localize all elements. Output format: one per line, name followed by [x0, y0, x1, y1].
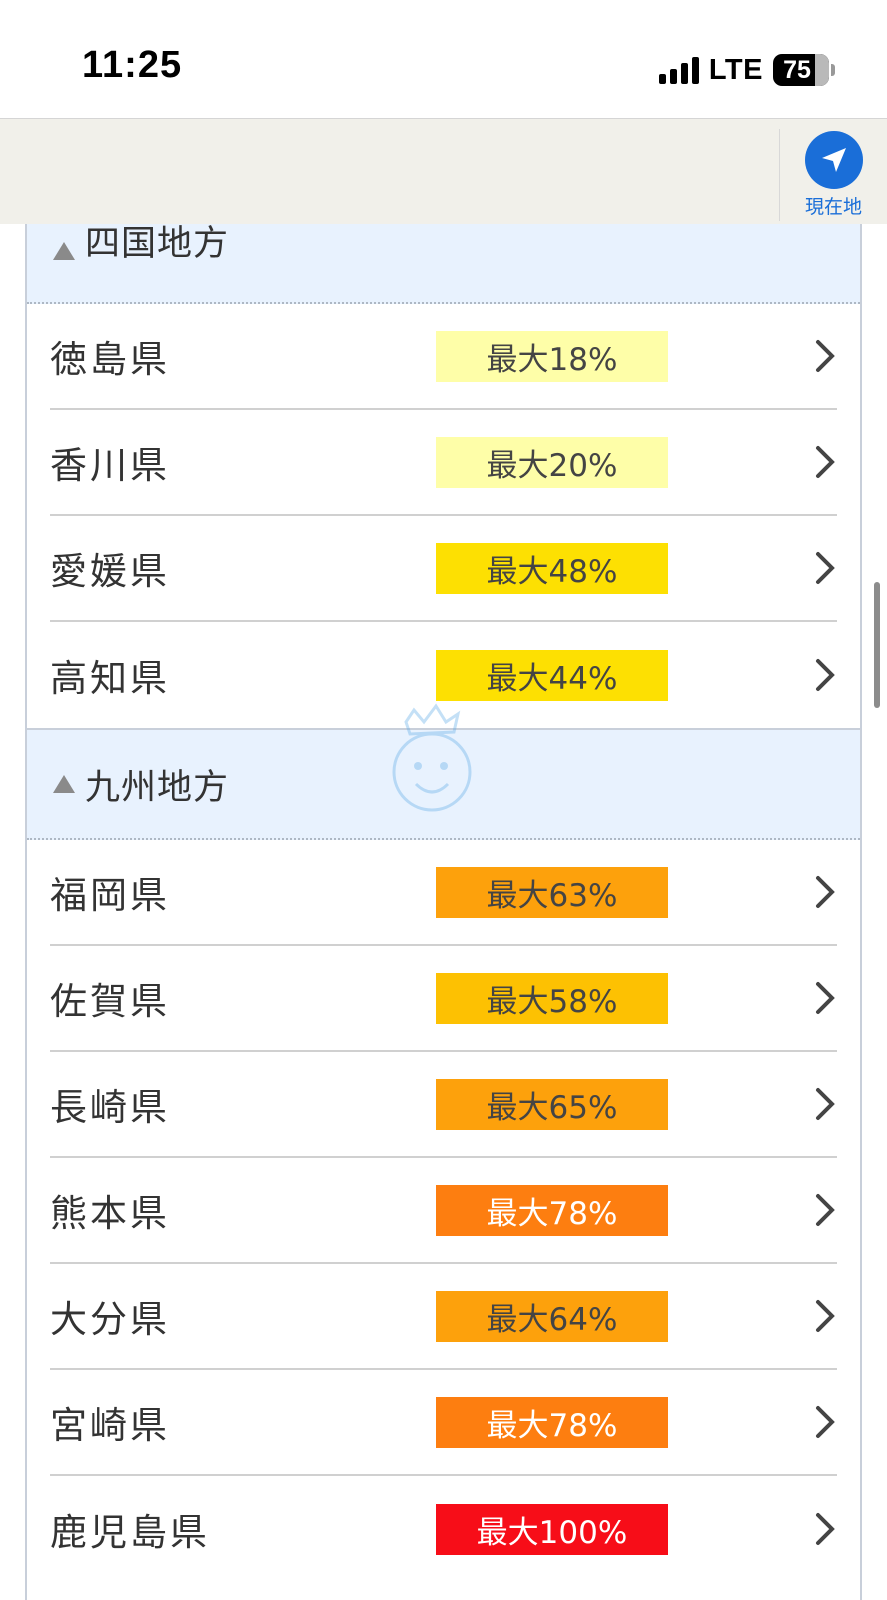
prefecture-name: 愛媛県	[50, 550, 170, 593]
navigation-arrow-icon	[804, 131, 863, 189]
prefecture-name: 長崎県	[50, 1086, 170, 1129]
chevron-right-icon	[816, 552, 835, 584]
max-percentage-badge: 最大63%	[436, 866, 668, 918]
collapse-triangle-icon	[53, 242, 75, 260]
battery-level: 75	[783, 55, 811, 84]
prefecture-row[interactable]: 佐賀県 最大58%	[50, 946, 837, 1052]
chevron-right-icon	[816, 1088, 835, 1120]
signal-strength-icon	[658, 56, 699, 84]
prefecture-name: 佐賀県	[50, 980, 170, 1023]
status-bar: 11:25 LTE 75	[0, 0, 887, 118]
max-percentage-badge: 最大18%	[436, 330, 668, 382]
prefecture-name: 徳島県	[50, 338, 170, 381]
current-location-button[interactable]: 現在地	[779, 129, 887, 221]
prefecture-row[interactable]: 大分県 最大64%	[50, 1264, 837, 1370]
max-percentage-badge: 最大100%	[436, 1503, 668, 1555]
max-percentage-badge: 最大78%	[436, 1396, 668, 1448]
chevron-right-icon	[816, 1300, 835, 1332]
region-header-shikoku[interactable]: 四国地方	[27, 224, 860, 304]
prefecture-row[interactable]: 香川県 最大20%	[50, 410, 837, 516]
prefecture-row[interactable]: 宮崎県 最大78%	[50, 1370, 837, 1476]
prefecture-row[interactable]: 高知県 最大44%	[50, 622, 837, 728]
max-percentage-badge: 最大65%	[436, 1078, 668, 1130]
chevron-right-icon	[816, 1194, 835, 1226]
prefecture-name: 高知県	[50, 657, 170, 700]
max-percentage-badge: 最大64%	[436, 1290, 668, 1342]
max-percentage-badge: 最大58%	[436, 972, 668, 1024]
region-list: 四国地方 徳島県 最大18% 香川県 最大20% 愛媛県 最大48% 高知県 最…	[25, 224, 862, 1600]
collapse-triangle-icon	[53, 775, 75, 793]
prefecture-name: 宮崎県	[50, 1404, 170, 1447]
max-percentage-badge: 最大20%	[436, 436, 668, 488]
battery-icon: 75	[773, 54, 829, 86]
network-type: LTE	[708, 53, 763, 86]
prefecture-name: 香川県	[50, 444, 170, 487]
scrollbar[interactable]	[874, 582, 880, 708]
region-title: 四国地方	[85, 224, 230, 264]
prefecture-name: 鹿児島県	[50, 1511, 210, 1554]
status-indicators: LTE 75	[658, 52, 835, 88]
status-time: 11:25	[82, 44, 183, 86]
chevron-right-icon	[816, 340, 835, 372]
chevron-right-icon	[816, 982, 835, 1014]
prefecture-row[interactable]: 鹿児島県 最大100%	[50, 1476, 837, 1582]
region-header-kyushu[interactable]: 九州地方	[27, 728, 860, 840]
max-percentage-badge: 最大48%	[436, 542, 668, 594]
region-title: 九州地方	[85, 767, 230, 808]
max-percentage-badge: 最大78%	[436, 1184, 668, 1236]
prefecture-row[interactable]: 徳島県 最大18%	[50, 304, 837, 410]
chevron-right-icon	[816, 876, 835, 908]
prefecture-row[interactable]: 福岡県 最大63%	[50, 840, 837, 946]
map-toolbar: 現在地	[0, 118, 887, 224]
chevron-right-icon	[816, 446, 835, 478]
prefecture-row[interactable]: 愛媛県 最大48%	[50, 516, 837, 622]
prefecture-row[interactable]: 熊本県 最大78%	[50, 1158, 837, 1264]
prefecture-name: 熊本県	[50, 1192, 170, 1235]
chevron-right-icon	[816, 1406, 835, 1438]
chevron-right-icon	[816, 659, 835, 691]
chevron-right-icon	[816, 1513, 835, 1545]
prefecture-name: 大分県	[50, 1298, 170, 1341]
battery-tip	[831, 64, 835, 76]
max-percentage-badge: 最大44%	[436, 649, 668, 701]
current-location-label: 現在地	[804, 196, 862, 218]
prefecture-name: 福岡県	[50, 874, 170, 917]
prefecture-row[interactable]: 長崎県 最大65%	[50, 1052, 837, 1158]
